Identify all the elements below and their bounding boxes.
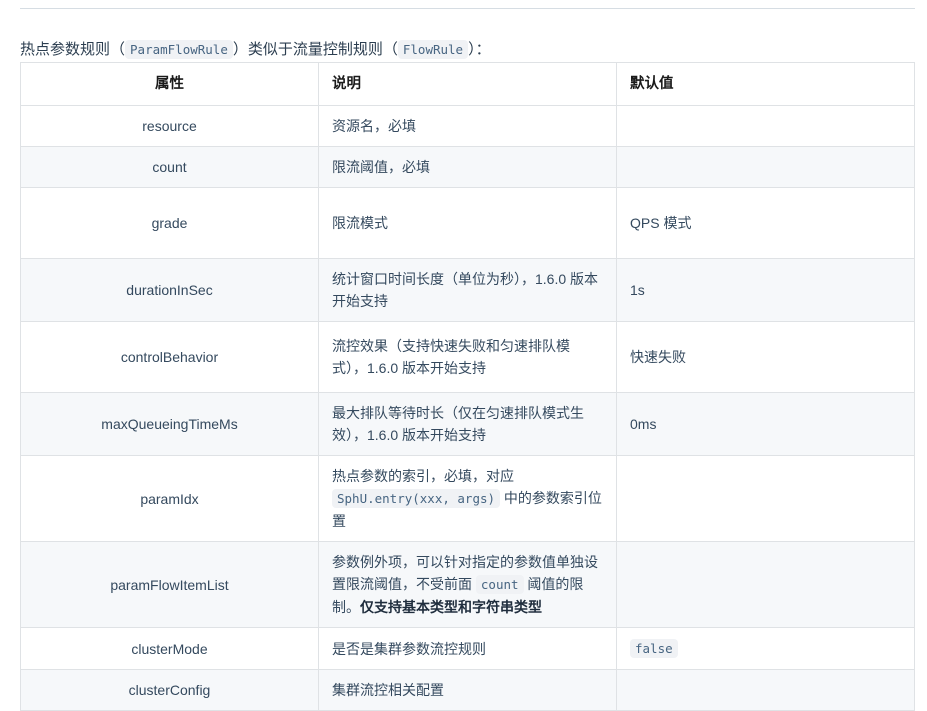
cell-description: 统计窗口时间长度（单位为秒），1.6.0 版本开始支持 (318, 258, 617, 322)
cell-attribute: clusterConfig (20, 669, 319, 711)
cell-attribute: count (20, 146, 319, 188)
column-header-default: 默认值 (616, 62, 915, 106)
cell-default (616, 146, 915, 188)
cell-default (616, 669, 915, 711)
horizontal-divider (20, 8, 915, 9)
cell-default: 0ms (616, 392, 915, 456)
cell-default (616, 455, 915, 542)
table-row: clusterMode 是否是集群参数流控规则 false (20, 627, 915, 670)
cell-description: 限流阈值，必填 (318, 146, 617, 188)
table-row: resource 资源名，必填 (20, 105, 915, 147)
rule-table-container: 属性 说明 默认值 resource 资源名，必填 count 限流阈值，必填 (20, 62, 915, 711)
cell-description: 流控效果（支持快速失败和匀速排队模式），1.6.0 版本开始支持 (318, 321, 617, 393)
table-row: clusterConfig 集群流控相关配置 (20, 669, 915, 711)
cell-attribute: maxQueueingTimeMs (20, 392, 319, 456)
intro-text-part-1: 热点参数规则（ (20, 41, 126, 58)
table-header-row: 属性 说明 默认值 (20, 62, 915, 106)
table-body: resource 资源名，必填 count 限流阈值，必填 grade 限流模式… (20, 105, 915, 711)
table-row: grade 限流模式 QPS 模式 (20, 187, 915, 259)
column-header-description: 说明 (318, 62, 617, 106)
table-row: paramIdx 热点参数的索引，必填，对应 SphU.entry(xxx, a… (20, 455, 915, 542)
cell-description: 热点参数的索引，必填，对应 SphU.entry(xxx, args) 中的参数… (318, 455, 617, 542)
inline-code-false: false (630, 639, 678, 658)
inline-code-count: count (475, 575, 524, 594)
cell-default (616, 541, 915, 628)
document-page: 热点参数规则（ ParamFlowRule ）类似于流量控制规则（ FlowRule）… (0, 0, 927, 711)
table-row: maxQueueingTimeMs 最大排队等待时长（仅在匀速排队模式生效），1… (20, 392, 915, 456)
cell-attribute: grade (20, 187, 319, 259)
param-flow-rule-table: 属性 说明 默认值 resource 资源名，必填 count 限流阈值，必填 (20, 62, 915, 711)
table-row: paramFlowItemList 参数例外项，可以针对指定的参数值单独设置限流… (20, 541, 915, 628)
cell-attribute: resource (20, 105, 319, 147)
cell-attribute: paramFlowItemList (20, 541, 319, 628)
cell-description: 是否是集群参数流控规则 (318, 627, 617, 670)
inline-code-paramflowrule: ParamFlowRule (125, 40, 233, 59)
cell-description: 参数例外项，可以针对指定的参数值单独设置限流阈值，不受前面 count 阈值的限… (318, 541, 617, 628)
cell-default (616, 105, 915, 147)
inline-code-sphu-entry: SphU.entry(xxx, args) (332, 489, 501, 508)
cell-description: 集群流控相关配置 (318, 669, 617, 711)
cell-description: 限流模式 (318, 187, 617, 259)
column-header-attribute: 属性 (20, 62, 319, 106)
description-bold-note: 仅支持基本类型和字符串类型 (360, 599, 542, 615)
cell-description: 资源名，必填 (318, 105, 617, 147)
cell-attribute: clusterMode (20, 627, 319, 670)
cell-attribute: paramIdx (20, 455, 319, 542)
cell-default: 快速失败 (616, 321, 915, 393)
cell-description: 最大排队等待时长（仅在匀速排队模式生效），1.6.0 版本开始支持 (318, 392, 617, 456)
intro-text-part-3: ）： (468, 41, 491, 58)
cell-attribute: durationInSec (20, 258, 319, 322)
table-head: 属性 说明 默认值 (20, 62, 915, 106)
cell-default: 1s (616, 258, 915, 322)
table-row: durationInSec 统计窗口时间长度（单位为秒），1.6.0 版本开始支… (20, 258, 915, 322)
inline-code-flowrule: FlowRule (397, 40, 469, 59)
table-row: controlBehavior 流控效果（支持快速失败和匀速排队模式），1.6.… (20, 321, 915, 393)
intro-text-part-2: ）类似于流量控制规则（ (232, 41, 398, 58)
cell-attribute: controlBehavior (20, 321, 319, 393)
cell-default: false (616, 627, 915, 670)
cell-default: QPS 模式 (616, 187, 915, 259)
description-text-prefix: 热点参数的索引，必填，对应 (332, 468, 514, 484)
intro-paragraph: 热点参数规则（ ParamFlowRule ）类似于流量控制规则（ FlowRule）… (20, 38, 910, 62)
table-row: count 限流阈值，必填 (20, 146, 915, 188)
